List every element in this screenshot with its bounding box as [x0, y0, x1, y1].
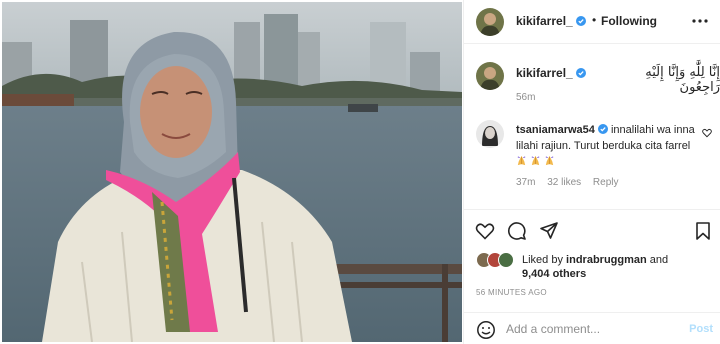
comment-reply-button[interactable]: Reply [593, 177, 619, 188]
likes-text: Liked by indrabruggman and 9,404 others [522, 253, 712, 281]
save-bookmark-icon[interactable] [693, 221, 713, 241]
instagram-post: kikifarrel_ • Following kikifarrel_ إِنَ… [0, 0, 720, 344]
avatar-image [476, 8, 504, 36]
post-photo[interactable] [2, 2, 462, 342]
emoji-smiley-icon[interactable] [476, 320, 496, 340]
liker-avatar[interactable] [498, 252, 514, 268]
praying-hands-emoji-icon [517, 155, 526, 166]
likes-prefix: Liked by [522, 254, 563, 266]
caption-text: إِنَّا لِلَّٰهِ وَإِنَّا إِلَيْهِ رَاجِع… [645, 65, 720, 95]
verified-badge-icon [575, 16, 586, 26]
praying-hands-emoji-icon [531, 155, 540, 166]
verified-badge-icon [597, 124, 608, 134]
likes-and: and [649, 254, 669, 266]
verified-badge-icon [575, 68, 586, 78]
post-header: kikifarrel_ • Following [464, 0, 720, 44]
comment-bubble-icon[interactable] [507, 221, 527, 241]
comment-emojis [516, 155, 558, 168]
like-comment-heart-icon[interactable] [702, 128, 712, 138]
caption-timestamp[interactable]: 56m [516, 92, 535, 103]
post-action-bar [464, 209, 720, 251]
liker-avatars [476, 252, 520, 268]
author-username-text: kikifarrel_ [516, 14, 573, 28]
comment-timestamp[interactable]: 37m [516, 177, 535, 188]
header-separator: • [592, 13, 597, 27]
comment-meta: 37m 32 likes Reply [516, 177, 628, 188]
avatar-image [476, 62, 504, 90]
add-comment-bar: Post [464, 312, 720, 344]
likes-others-link[interactable]: 9,404 others [522, 268, 586, 280]
author-avatar[interactable] [476, 8, 504, 36]
comment-input[interactable] [506, 319, 676, 339]
post-side-panel: kikifarrel_ • Following kikifarrel_ إِنَ… [463, 0, 720, 344]
post-timestamp[interactable]: 56 MINUTES AGO [476, 288, 547, 297]
caption-author-avatar[interactable] [476, 62, 504, 90]
caption-username-link[interactable]: kikifarrel_ [516, 66, 586, 80]
post-image [2, 2, 462, 342]
share-paper-plane-icon[interactable] [539, 221, 559, 241]
commenter-avatar[interactable] [476, 120, 504, 148]
author-username-link[interactable]: kikifarrel_ [516, 14, 586, 28]
like-heart-icon[interactable] [475, 221, 495, 241]
avatar-image [476, 120, 504, 148]
liker-username-link[interactable]: indrabruggman [566, 254, 647, 266]
following-button[interactable]: Following [601, 14, 657, 28]
commenter-username[interactable]: tsaniamarwa54 [516, 124, 595, 136]
more-horizontal-icon[interactable] [691, 12, 709, 30]
praying-hands-emoji-icon [545, 155, 554, 166]
comment-body: tsaniamarwa54 innalilahi wa inna lilahi … [516, 122, 700, 170]
post-comment-button[interactable]: Post [689, 323, 713, 335]
caption-username-text: kikifarrel_ [516, 66, 573, 80]
comment-likes-count[interactable]: 32 likes [547, 177, 581, 188]
